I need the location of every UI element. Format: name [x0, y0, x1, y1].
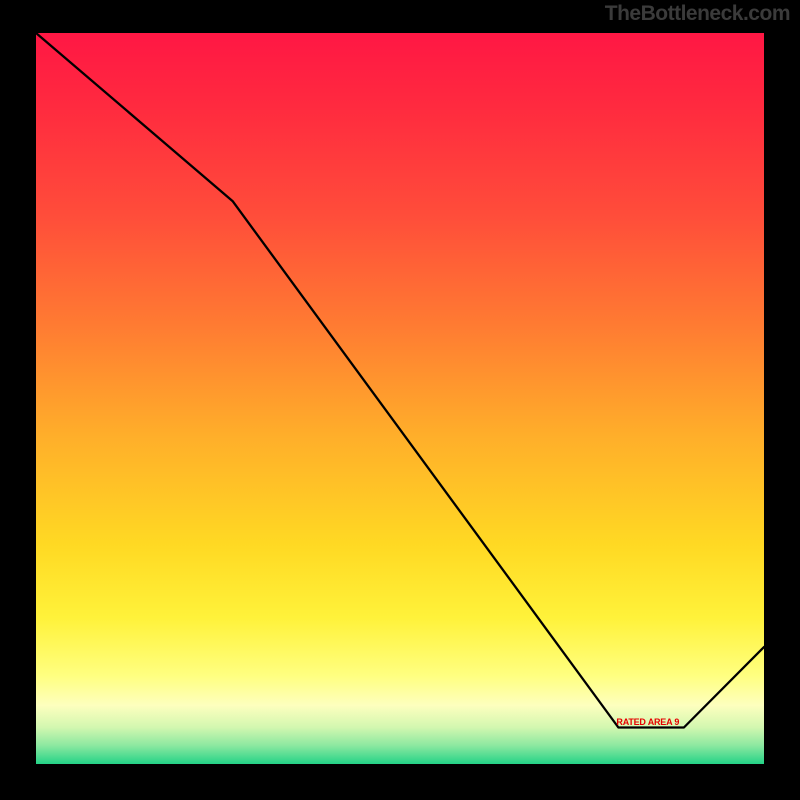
rated-area-label: RATED AREA 9 — [616, 717, 688, 727]
chart-curve — [36, 33, 764, 764]
attribution-text: TheBottleneck.com — [605, 2, 790, 26]
chart-container: TheBottleneck.com RATED AREA 9 — [0, 0, 800, 800]
plot-area: RATED AREA 9 — [36, 33, 764, 764]
